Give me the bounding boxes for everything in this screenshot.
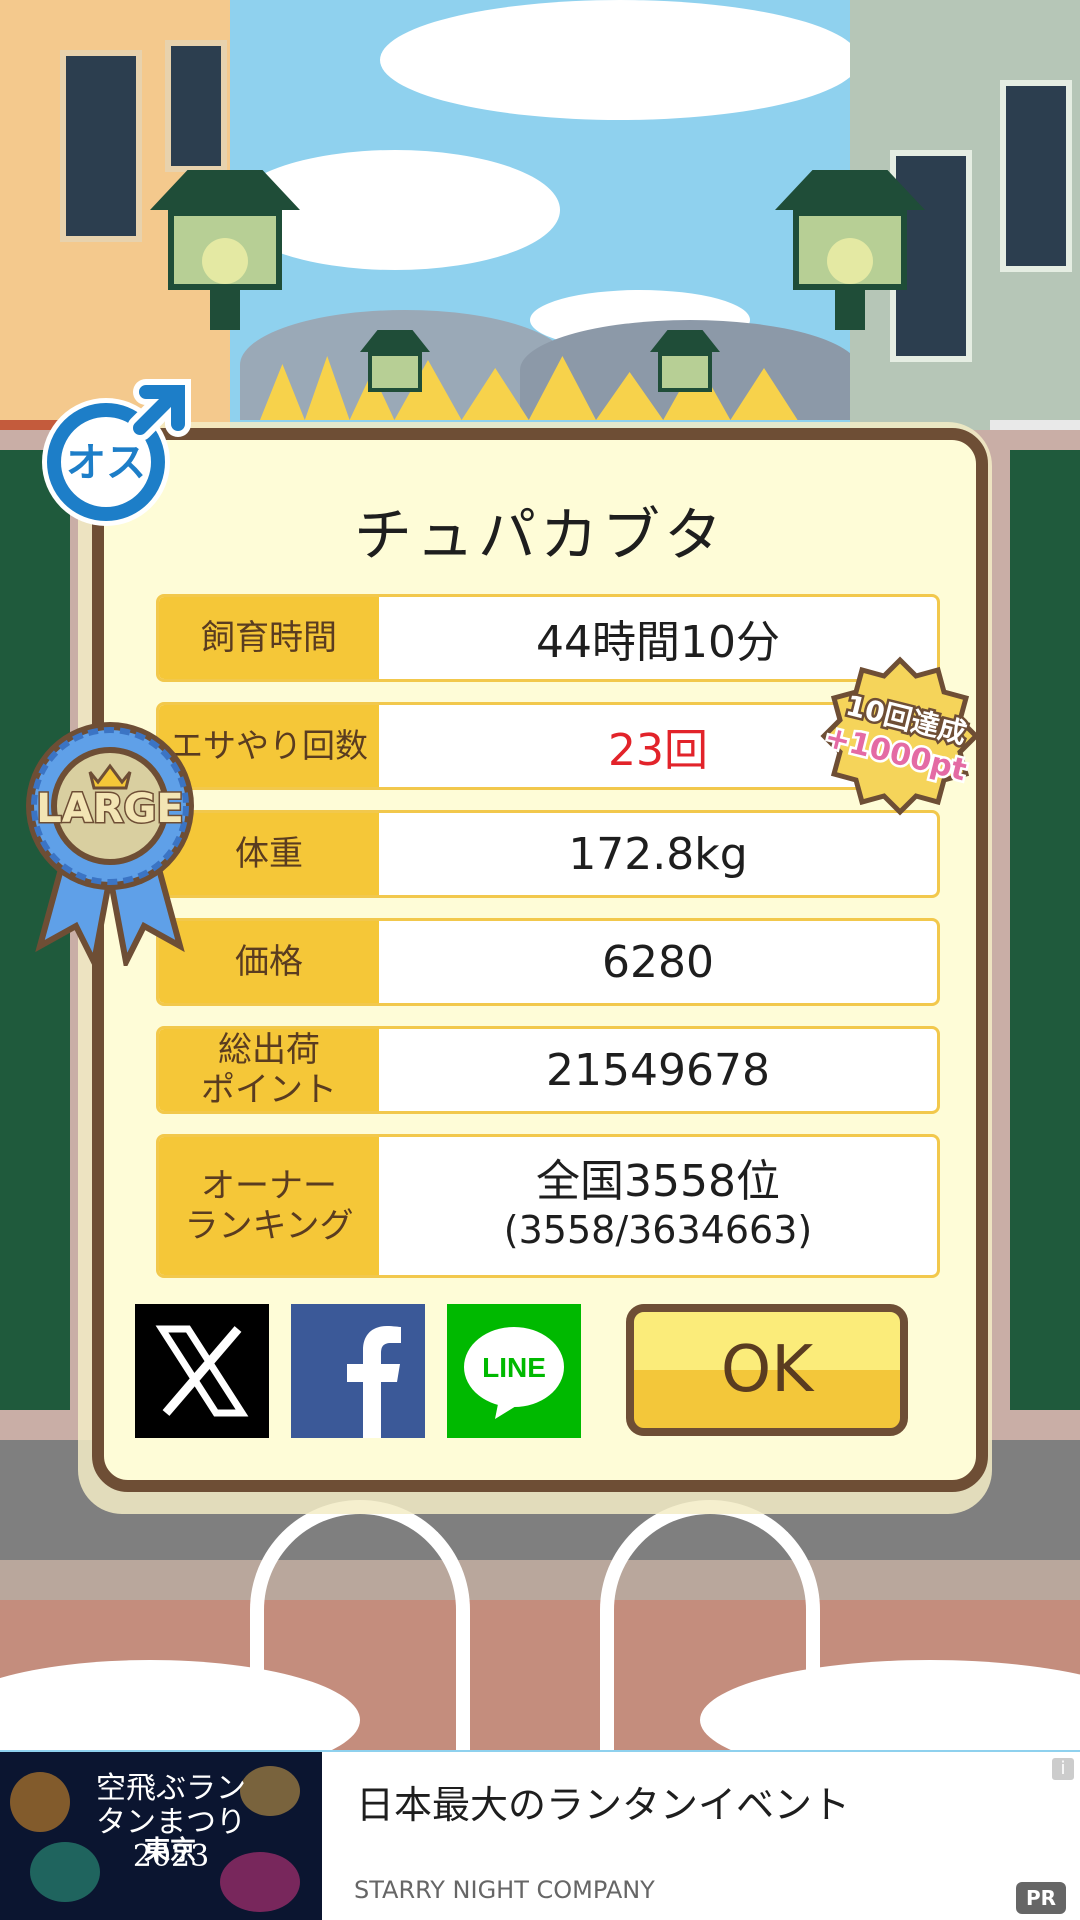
- share-x-button[interactable]: [135, 1304, 269, 1438]
- size-label: LARGE: [36, 786, 183, 832]
- street-lamp: [150, 170, 300, 350]
- ad-banner[interactable]: 空飛ぶランタンまつり 2023 東京 日本最大のランタンイベント STARRY …: [0, 1752, 1080, 1920]
- ad-image[interactable]: 空飛ぶランタンまつり 2023 東京: [0, 1752, 322, 1920]
- stat-row-owner-ranking: オーナー ランキング 全国3558位 (3558/3634663): [156, 1134, 940, 1278]
- stat-row-price: 価格 6280: [156, 918, 940, 1006]
- line-logo-text: LINE: [482, 1352, 546, 1383]
- stat-row-weight: 体重 172.8kg: [156, 810, 940, 898]
- ranking-detail: (3558/3634663): [503, 1208, 813, 1252]
- stat-label: 飼育時間: [159, 597, 379, 679]
- stat-value: 172.8kg: [568, 828, 748, 880]
- facebook-logo-icon: [347, 1326, 401, 1438]
- ranking-value: 全国3558位: [536, 1156, 780, 1207]
- ad-image-city: 東京: [143, 1836, 196, 1866]
- stat-label-line: 総出荷: [218, 1030, 320, 1070]
- street-lamp: [775, 170, 925, 350]
- stat-label-line: オーナー: [201, 1166, 337, 1206]
- window: [165, 40, 227, 172]
- ok-button[interactable]: OK: [626, 1304, 908, 1436]
- x-logo-icon: [155, 1325, 249, 1417]
- stat-row-total-points: 総出荷 ポイント 21549678: [156, 1026, 940, 1114]
- share-line-button[interactable]: LINE: [447, 1304, 581, 1438]
- share-facebook-button[interactable]: [291, 1304, 425, 1438]
- street-lamp: [360, 330, 430, 420]
- stat-label-line: ポイント: [201, 1070, 337, 1110]
- stat-label-line: ランキング: [184, 1206, 354, 1246]
- stat-value: 21549678: [546, 1044, 770, 1096]
- stat-value: 全国3558位 (3558/3634663): [379, 1137, 937, 1275]
- stat-label: オーナー ランキング: [159, 1137, 379, 1275]
- ad-pr-badge: PR: [1016, 1882, 1066, 1914]
- result-dialog: チュパカブタ 飼育時間 44時間10分 エサやり回数 23回 体重 172.8k…: [92, 428, 988, 1492]
- ad-company[interactable]: STARRY NIGHT COMPANY: [354, 1876, 655, 1904]
- male-gender-icon: オス: [42, 379, 191, 526]
- ad-title[interactable]: 日本最大のランタンイベント: [356, 1774, 850, 1829]
- stat-label: 総出荷 ポイント: [159, 1029, 379, 1111]
- stat-value: 6280: [602, 936, 714, 988]
- window: [60, 50, 142, 242]
- gender-label: オス: [66, 440, 146, 486]
- window: [1000, 80, 1072, 272]
- lamp-pillar: [1010, 450, 1080, 1410]
- street-lamp: [650, 330, 720, 420]
- line-logo-icon: LINE: [464, 1327, 564, 1419]
- achievement-badge-icon: 10回達成 +1000pt: [820, 656, 980, 816]
- large-size-ribbon-icon: LARGE: [26, 722, 194, 966]
- pet-name-title: チュパカブタ: [353, 501, 726, 569]
- street-curb: [0, 1560, 1080, 1600]
- ad-info-icon[interactable]: i: [1052, 1758, 1074, 1780]
- cloud: [380, 0, 860, 120]
